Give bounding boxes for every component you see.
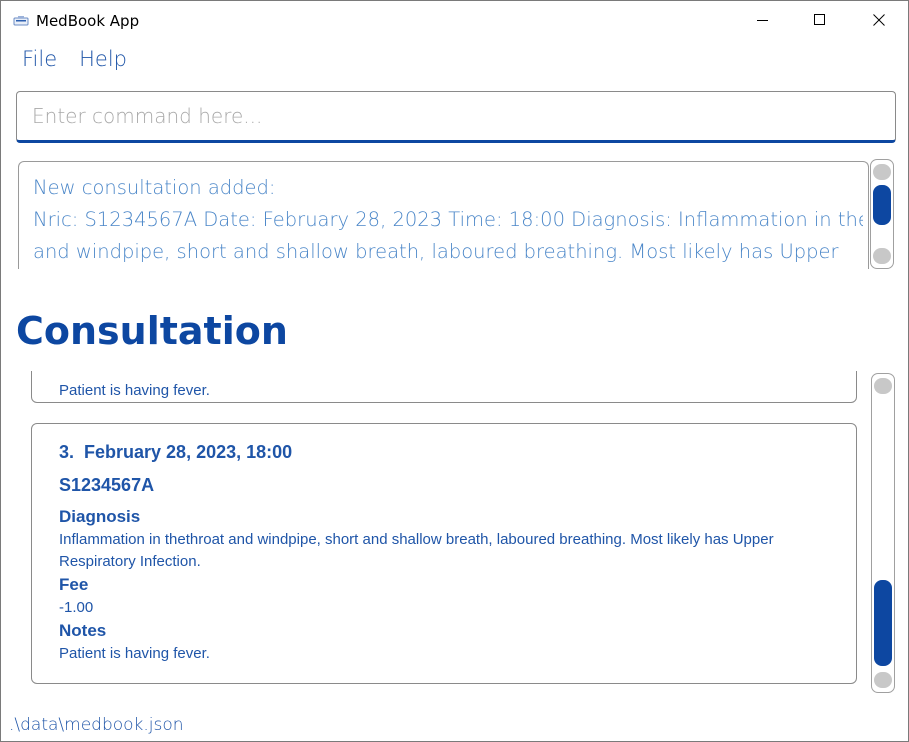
fee-label: Fee — [59, 575, 89, 594]
result-line: New consultation added: — [33, 176, 276, 199]
minimize-button[interactable] — [740, 1, 786, 39]
consultation-index: 3. — [59, 442, 75, 462]
menu-help[interactable]: Help — [68, 47, 138, 77]
app-window: MedBook App File Help New consultation a… — [0, 0, 909, 742]
result-scrollbar[interactable] — [870, 159, 894, 269]
list-scrollbar[interactable] — [871, 373, 895, 693]
scroll-up-arrow[interactable] — [874, 378, 892, 394]
title-bar[interactable]: MedBook App — [1, 1, 908, 39]
command-box[interactable] — [16, 91, 896, 143]
consultation-datetime: February 28, 2023, 18:00 — [84, 442, 293, 462]
menu-file[interactable]: File — [11, 47, 68, 77]
close-button[interactable] — [856, 1, 902, 39]
fee-value: -1.00 — [59, 599, 94, 616]
status-bar-path: .\data\medbook.json — [9, 715, 184, 735]
maximize-icon — [814, 14, 825, 25]
notes-value: Patient is having fever. — [59, 645, 210, 662]
notes-label: Notes — [59, 621, 107, 640]
result-scroll-thumb[interactable] — [873, 185, 891, 225]
consultation-card-content: 3. February 28, 2023, 18:00 S1234567A Di… — [59, 442, 849, 665]
scroll-down-arrow[interactable] — [874, 672, 892, 688]
consultation-card-previous[interactable]: Patient is having fever. — [31, 371, 857, 403]
result-display[interactable]: New consultation added: Nric: S1234567A … — [18, 161, 869, 269]
consultation-nric: S1234567A — [59, 475, 155, 495]
section-title: Consultation — [16, 309, 288, 353]
result-line: and windpipe, short and shallow breath, … — [33, 240, 839, 263]
list-scroll-thumb[interactable] — [874, 580, 892, 666]
notes-value: Patient is having fever. — [59, 382, 210, 399]
medbook-app-icon — [13, 14, 29, 26]
result-line: Nric: S1234567A Date: February 28, 2023 … — [33, 208, 863, 231]
command-input[interactable] — [17, 92, 895, 140]
menu-bar: File Help — [11, 47, 138, 77]
window-title: MedBook App — [36, 12, 140, 30]
scroll-down-arrow[interactable] — [873, 248, 891, 264]
consultation-list[interactable]: Patient is having fever. 3. February 28,… — [1, 371, 867, 689]
consultation-header: 3. February 28, 2023, 18:00 — [59, 442, 849, 468]
consultation-card[interactable]: 3. February 28, 2023, 18:00 S1234567A Di… — [31, 423, 857, 684]
diagnosis-value: Inflammation in thethroat and windpipe, … — [59, 531, 774, 570]
scroll-up-arrow[interactable] — [873, 164, 891, 180]
result-text: New consultation added: Nric: S1234567A … — [33, 172, 863, 268]
diagnosis-label: Diagnosis — [59, 507, 141, 526]
maximize-button[interactable] — [797, 1, 843, 39]
minimize-icon — [757, 20, 768, 21]
close-icon — [873, 14, 885, 26]
